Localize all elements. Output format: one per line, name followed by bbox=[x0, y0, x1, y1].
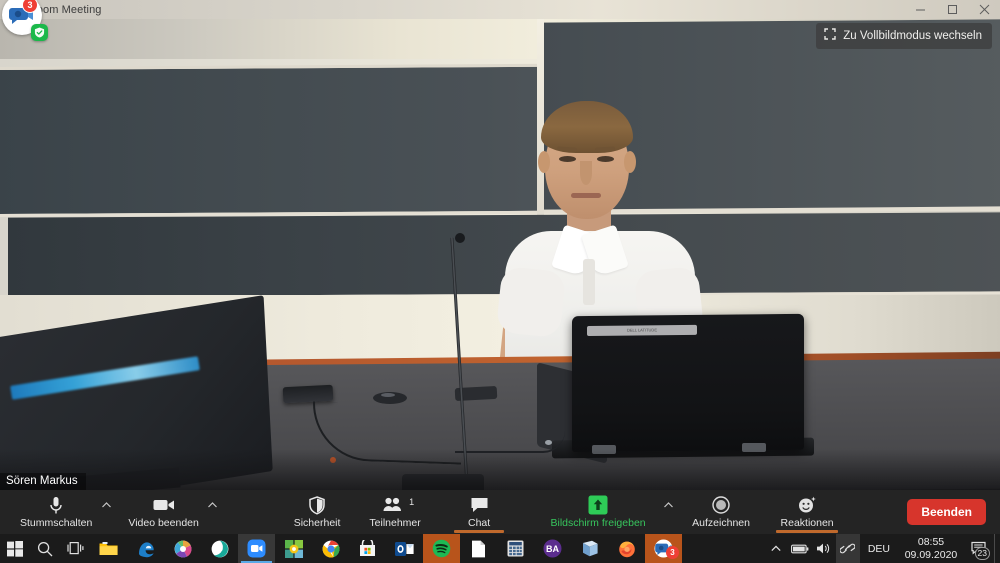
participants-label: Teilnehmer bbox=[369, 517, 421, 529]
share-options-caret[interactable] bbox=[660, 490, 676, 534]
participant-name-label: Sören Markus bbox=[0, 473, 86, 490]
microphone-icon bbox=[49, 495, 63, 515]
cable-connector-grey bbox=[545, 440, 552, 445]
zoom-meeting-window: Zoom Meeting 3 DELL LATITUDE Zu Vollbild… bbox=[0, 0, 1000, 563]
eye-left bbox=[559, 156, 576, 162]
taskbar-app-colorful-circle-app[interactable] bbox=[164, 534, 201, 563]
laptop-brand-text: DELL LATITUDE bbox=[626, 327, 657, 333]
taskbar-app-microsoft-edge-legacy[interactable] bbox=[127, 534, 164, 563]
taskbar-app-green-yellow-squares-app[interactable] bbox=[275, 534, 312, 563]
ear-left bbox=[538, 151, 550, 173]
expand-icon bbox=[824, 28, 836, 43]
video-stage[interactable]: DELL LATITUDE Zu Vollbildmodus wechseln … bbox=[0, 19, 1000, 490]
system-tray: DEU 08:55 09.09.2020 23 bbox=[764, 534, 1000, 563]
chat-button[interactable]: Chat bbox=[450, 490, 508, 534]
lecture-room-video: DELL LATITUDE bbox=[0, 19, 1000, 490]
participants-button[interactable]: 1 Teilnehmer bbox=[362, 490, 428, 534]
video-camera-icon bbox=[153, 495, 175, 515]
taskbar-app-ba-app[interactable]: BA bbox=[534, 534, 571, 563]
windows-taskbar: BA 3 DEU 08:55 09.09.2020 23 bbox=[0, 534, 1000, 563]
ear-right bbox=[624, 151, 636, 173]
foreground-shadow bbox=[0, 449, 1000, 490]
taskbar-app-google-chrome[interactable] bbox=[312, 534, 349, 563]
clock-date: 09.09.2020 bbox=[904, 548, 958, 561]
zoom-chat-badge: 3 bbox=[666, 546, 679, 559]
reactions-button[interactable]: Reaktionen bbox=[772, 490, 842, 534]
show-desktop-button[interactable] bbox=[994, 534, 1000, 563]
smartphone bbox=[282, 384, 334, 404]
microphone-head bbox=[455, 233, 465, 243]
share-screen-label: Bildschirm freigeben bbox=[550, 517, 646, 529]
taskbar-app-outlook[interactable] bbox=[386, 534, 423, 563]
task-view-icon[interactable] bbox=[60, 534, 90, 563]
shield-check-icon bbox=[31, 24, 48, 41]
taskbar-app-teal-circle-app[interactable] bbox=[201, 534, 238, 563]
hair bbox=[541, 101, 633, 153]
clock-time: 08:55 bbox=[917, 535, 945, 548]
volume-icon[interactable] bbox=[812, 534, 836, 563]
taskbar-app-blue-book-app[interactable] bbox=[571, 534, 608, 563]
stop-video-label: Video beenden bbox=[128, 517, 199, 529]
center-controls-group: Sicherheit 1 Teilnehmer Chat Bildschirm … bbox=[286, 490, 842, 534]
mute-label: Stummschalten bbox=[20, 517, 93, 529]
taskbar-app-document-app[interactable] bbox=[460, 534, 497, 563]
link-icon[interactable] bbox=[835, 534, 860, 563]
windows-start-icon[interactable] bbox=[0, 534, 30, 563]
nose bbox=[580, 161, 592, 185]
taskbar-app-zoom-chat[interactable]: 3 bbox=[645, 534, 682, 563]
taskbar-app-file-explorer[interactable] bbox=[90, 534, 127, 563]
chat-active-underline bbox=[454, 530, 505, 533]
taskbar-app-calculator[interactable] bbox=[497, 534, 534, 563]
mouth bbox=[571, 193, 601, 198]
close-button[interactable] bbox=[968, 0, 1000, 19]
people-icon: 1 bbox=[383, 495, 414, 515]
maximize-button[interactable] bbox=[936, 0, 968, 19]
reactions-label: Reaktionen bbox=[780, 517, 834, 529]
reactions-active-underline bbox=[776, 530, 839, 533]
laptop-brand-strip: DELL LATITUDE bbox=[587, 324, 697, 337]
end-meeting-button[interactable]: Beenden bbox=[907, 499, 986, 525]
chat-bubble-icon bbox=[470, 495, 489, 515]
chat-label: Chat bbox=[467, 517, 491, 529]
keyboard-language[interactable]: DEU bbox=[860, 543, 898, 555]
sleeve-left bbox=[495, 265, 567, 339]
minimize-button[interactable] bbox=[904, 0, 936, 19]
chevron-up-icon[interactable] bbox=[764, 534, 788, 563]
mute-button[interactable]: Stummschalten bbox=[14, 490, 98, 534]
notification-count: 23 bbox=[974, 547, 990, 560]
stop-video-button[interactable]: Video beenden bbox=[122, 490, 204, 534]
record-label: Aufzeichnen bbox=[692, 517, 750, 529]
shield-icon bbox=[309, 495, 325, 515]
desk-puck-highlight bbox=[381, 393, 395, 397]
fullscreen-toggle-button[interactable]: Zu Vollbildmodus wechseln bbox=[816, 23, 992, 49]
title-bar: Zoom Meeting bbox=[0, 0, 1000, 19]
share-screen-button[interactable]: Bildschirm freigeben bbox=[536, 490, 660, 534]
fullscreen-label: Zu Vollbildmodus wechseln bbox=[843, 29, 982, 42]
taskbar-app-firefox[interactable] bbox=[608, 534, 645, 563]
taskbar-app-microsoft-store[interactable] bbox=[349, 534, 386, 563]
shirt-placket bbox=[583, 259, 595, 305]
eye-right bbox=[597, 156, 614, 162]
action-center-icon[interactable]: 23 bbox=[964, 534, 994, 563]
audio-options-caret[interactable] bbox=[98, 490, 114, 534]
taskbar-app-zoom[interactable] bbox=[238, 534, 275, 563]
security-label: Sicherheit bbox=[293, 517, 341, 529]
security-button[interactable]: Sicherheit bbox=[286, 490, 348, 534]
search-icon[interactable] bbox=[30, 534, 60, 563]
share-screen-icon bbox=[588, 495, 608, 515]
clock[interactable]: 08:55 09.09.2020 bbox=[898, 536, 964, 562]
record-circle-icon bbox=[712, 495, 730, 515]
smiley-reaction-icon bbox=[798, 495, 817, 515]
video-options-caret[interactable] bbox=[205, 490, 221, 534]
participants-count: 1 bbox=[409, 497, 415, 507]
battery-icon[interactable] bbox=[788, 534, 812, 563]
window-controls bbox=[904, 0, 1000, 19]
zoom-toolbar: Stummschalten Video beenden Sicherheit 1… bbox=[0, 490, 1000, 534]
record-button[interactable]: Aufzeichnen bbox=[686, 490, 756, 534]
taskbar-app-spotify[interactable] bbox=[423, 534, 460, 563]
audio-video-group: Stummschalten Video beenden bbox=[0, 490, 221, 534]
svg-text:BA: BA bbox=[546, 544, 559, 554]
laptop-screen: DELL LATITUDE bbox=[572, 313, 804, 453]
